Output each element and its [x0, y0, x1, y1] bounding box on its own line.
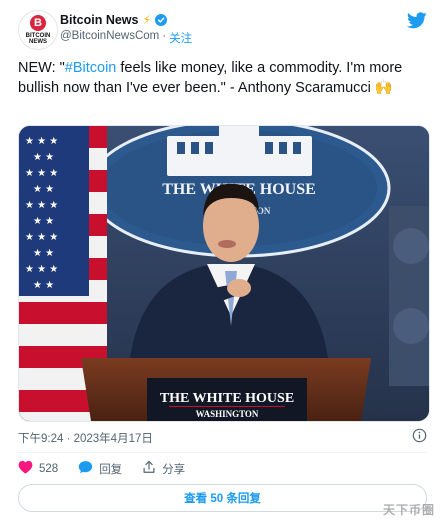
reply-bubble-icon [78, 460, 93, 477]
svg-text:★ ★ ★: ★ ★ ★ [25, 200, 58, 211]
handle-row: @BitcoinNewsCom · 关注 [60, 30, 192, 46]
svg-text:★ ★: ★ ★ [33, 216, 54, 227]
tweet-text-prefix: NEW: " [18, 60, 65, 76]
follow-button[interactable]: 关注 [169, 30, 192, 46]
svg-text:★ ★ ★: ★ ★ ★ [25, 136, 58, 147]
avatar-brand-text: BITCOIN NEWS [25, 33, 51, 45]
podium: THE WHITE HOUSE WASHINGTON [81, 358, 371, 421]
like-count: 528 [39, 462, 59, 475]
lightning-icon: ⚡ [142, 13, 151, 27]
display-name-row: Bitcoin News ⚡ [60, 13, 167, 27]
svg-text:★ ★ ★: ★ ★ ★ [25, 264, 58, 275]
share-label: 分享 [162, 463, 186, 476]
hashtag-link[interactable]: #Bitcoin [65, 60, 117, 76]
svg-text:★ ★: ★ ★ [33, 152, 54, 163]
account-handle[interactable]: @BitcoinNewsCom [60, 30, 159, 46]
reply-label: 回复 [99, 463, 123, 476]
svg-text:★ ★ ★: ★ ★ ★ [25, 168, 58, 179]
share-button[interactable]: 分享 [142, 460, 185, 477]
tweet-card: B BITCOIN NEWS Bitcoin News ⚡ @BitcoinNe… [0, 0, 441, 522]
podium-subtitle: WASHINGTON [196, 409, 259, 419]
view-replies-button[interactable]: 查看 50 条回复 [18, 484, 427, 512]
verified-badge-icon [154, 14, 167, 26]
heart-icon [18, 460, 33, 477]
avatar-coin-icon: B [30, 15, 46, 31]
svg-text:★ ★: ★ ★ [33, 280, 54, 291]
divider [18, 452, 427, 453]
like-button[interactable]: 528 [18, 460, 58, 477]
info-icon[interactable] [412, 428, 427, 448]
press-briefing-photo: THE WHITE HOUSE WASHINGTON ★ ★ ★ ★ ★ ★ ★ … [19, 126, 429, 421]
watermark: 天下币圈 [382, 503, 435, 517]
display-name[interactable]: Bitcoin News [60, 13, 139, 27]
share-icon [142, 460, 156, 477]
svg-text:★ ★: ★ ★ [33, 248, 54, 259]
svg-text:★ ★ ★: ★ ★ ★ [25, 232, 58, 243]
tweet-timestamp[interactable]: 下午9:24 · 2023年4月17日 [18, 430, 153, 446]
separator-dot: · [162, 30, 167, 42]
reply-button[interactable]: 回复 [78, 460, 122, 477]
action-bar: 528 回复 分享 [18, 460, 205, 477]
podium-title: THE WHITE HOUSE [160, 391, 294, 406]
avatar[interactable]: B BITCOIN NEWS [18, 10, 58, 50]
tweet-photo[interactable]: THE WHITE HOUSE WASHINGTON ★ ★ ★ ★ ★ ★ ★ … [18, 125, 430, 422]
twitter-bird-icon[interactable] [406, 12, 427, 34]
tweet-text: NEW: "#Bitcoin feels like money, like a … [18, 58, 423, 98]
svg-text:★ ★: ★ ★ [33, 184, 54, 195]
